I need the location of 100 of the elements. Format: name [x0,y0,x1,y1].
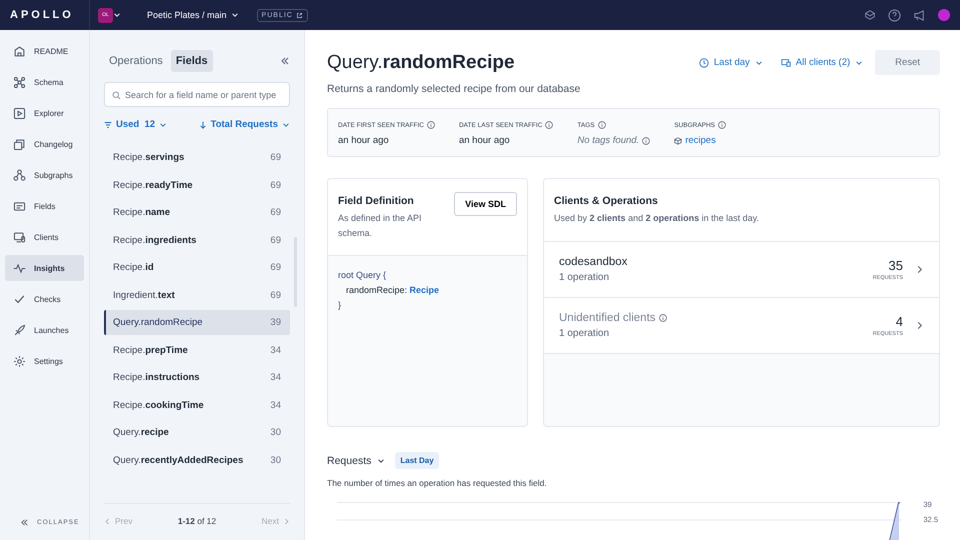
megaphone-icon[interactable] [913,8,926,22]
external-link-icon [296,12,303,18]
panel-tab[interactable]: Operations [104,50,168,72]
field-row[interactable]: Query.randomRecipe 39 [104,310,290,335]
nav-item[interactable]: Subgraphs [5,162,84,188]
client-name: Unidentified clients [559,312,656,324]
double-chevron-left-icon [20,518,29,527]
nav-item[interactable]: Changelog [5,131,84,157]
chevron-left-icon [104,518,111,524]
nav-item[interactable]: Launches [5,317,84,343]
nav-item[interactable]: Fields [5,193,84,219]
stat-value: an hour ago [458,135,510,146]
chevron-right-icon [282,518,290,524]
chevron-down-icon [282,120,290,128]
client-filter[interactable]: All clients (2) [780,57,864,68]
check-icon [13,292,26,306]
nav-item[interactable]: Schema [5,69,84,95]
card-subtitle: As defined in the API schema. [338,212,423,240]
info-icon [426,121,435,129]
stat-value: an hour ago [338,135,389,146]
chevron-right-icon [915,321,924,330]
request-count: 4 [894,314,903,329]
chevron-right-icon [915,265,924,274]
logo: APOLLO [10,9,74,21]
nav-item[interactable]: Clients [5,224,84,250]
filter-icon [104,120,112,128]
search-field[interactable]: Search for a field name or parent type [104,82,290,107]
field-name: Ingredient.text [113,290,175,300]
graph-selector[interactable]: Poetic Plates / main [141,9,245,21]
used-filter[interactable]: Used 12 [104,119,168,130]
request-count: 34 [270,344,281,356]
help-icon[interactable] [888,8,901,22]
double-chevron-left-icon[interactable] [280,56,290,66]
field-row[interactable]: Recipe.instructions 34 [104,365,290,390]
view-sdl-button[interactable]: View SDL [454,192,517,216]
cube-icon [674,136,682,144]
operation-count: 1 operation [559,272,610,283]
nav-item[interactable]: Explorer [5,100,84,126]
arrow-down-icon [198,120,207,128]
house-icon [13,44,26,58]
clock-icon [698,58,709,68]
code-line: root Query { [338,269,388,282]
field-row[interactable]: Recipe.ingredients 69 [104,228,290,252]
pulse-icon [13,262,26,274]
request-count: 69 [270,262,281,273]
field-row[interactable]: Recipe.cookingTime 34 [104,392,290,418]
field-name: Recipe.instructions [113,372,200,383]
field-name: Recipe.ingredients [113,234,196,246]
page-title: Query.randomRecipe [327,52,515,74]
chevron-down-icon [230,11,239,19]
panel-tab[interactable]: Fields [170,50,213,72]
nav-item[interactable]: Settings [5,348,84,374]
field-row[interactable]: Recipe.readyTime 69 [104,172,290,198]
page-subtitle: Returns a randomly selected recipe from our database [327,83,582,95]
reset-button[interactable]: Reset [875,50,940,75]
request-count: 34 [270,400,281,410]
request-count: 69 [270,152,281,163]
range-badge: Last Day [395,452,439,469]
nav-item[interactable]: Insights [5,255,84,281]
play-icon [13,106,26,120]
code-line: } [338,299,342,312]
sort-selector[interactable]: Total Requests [198,119,290,130]
cube-icon[interactable] [864,9,876,21]
field-name: Query.recipe [113,427,169,438]
field-name: Recipe.cookingTime [113,400,204,410]
settings-icon [13,354,26,368]
field-name: Recipe.readyTime [113,180,193,190]
request-count: 34 [270,372,281,383]
field-row[interactable]: Recipe.servings 69 [104,145,290,170]
request-count: 30 [270,427,281,438]
info-icon [718,121,726,129]
chevron-down-icon [855,58,864,66]
info-icon [598,121,606,129]
field-name: Query.recentlyAddedRecipes [113,454,244,466]
field-row[interactable]: Recipe.prepTime 34 [104,338,290,362]
devices-icon [13,230,26,244]
field-row[interactable]: Recipe.id 69 [104,255,290,280]
subgraph-link[interactable]: recipes [685,135,716,146]
chart-title: Requests [327,454,372,466]
field-row[interactable]: Query.recipe 30 [104,420,290,445]
request-count: 30 [270,454,281,466]
user-avatar[interactable] [938,9,950,21]
request-count: 39 [270,317,281,328]
field-name: Recipe.servings [113,152,184,163]
request-count: 69 [270,234,281,246]
chevron-down-icon [113,11,121,19]
field-row[interactable]: Query.recentlyAddedRecipes 30 [104,448,290,472]
card-title: Field Definition [338,195,415,207]
chevron-down-icon [377,456,386,464]
nav-item[interactable]: README [5,38,84,64]
nodes-icon [13,168,26,182]
fields-icon [13,200,26,212]
time-filter[interactable]: Last day [698,57,763,68]
nav-item[interactable]: Checks [5,286,84,312]
field-row[interactable]: Ingredient.text 69 [104,282,290,308]
field-row[interactable]: Recipe.name 69 [104,200,290,225]
stat-value: No tags found. [577,135,640,146]
card-subtitle: Used by 2 clients and 2 operations in the last day. [554,212,760,225]
info-icon [658,314,667,322]
code-line: randomRecipe: Recipe [345,284,440,297]
